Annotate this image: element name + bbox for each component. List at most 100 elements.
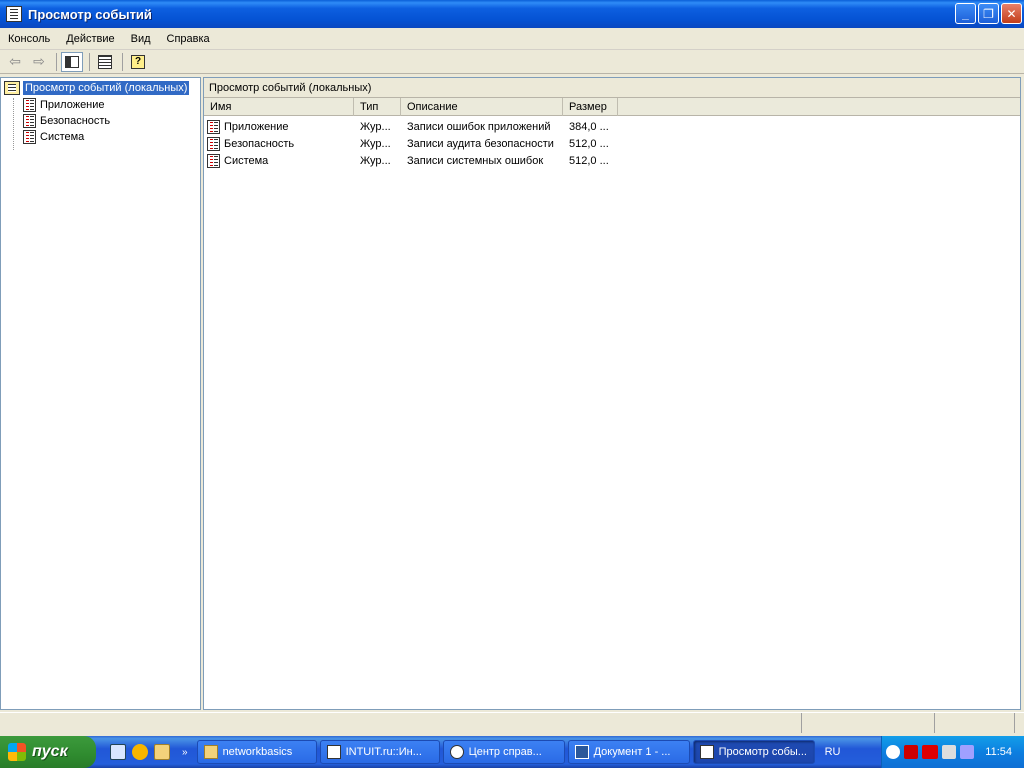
row-description: Записи аудита безопасности	[407, 137, 554, 150]
arrow-left-icon: ⇦	[9, 53, 21, 69]
column-size[interactable]: Размер	[563, 98, 618, 116]
tree-item-system[interactable]: Система	[23, 130, 84, 144]
column-name[interactable]: Имя	[204, 98, 354, 116]
tree-item-security[interactable]: Безопасность	[23, 114, 110, 128]
language-indicator[interactable]: RU	[825, 746, 841, 758]
clock: 11:54	[985, 746, 1012, 758]
clock-icon[interactable]	[132, 744, 148, 760]
log-list: Приложение Жур... Записи ошибок приложен…	[204, 116, 1020, 169]
row-name: Безопасность	[224, 137, 295, 150]
antivirus-icon[interactable]	[904, 745, 918, 759]
usb-icon[interactable]	[960, 745, 974, 759]
tree-item-label: Приложение	[40, 99, 105, 111]
console-tree: Просмотр событий (локальных) Приложение …	[0, 77, 201, 710]
log-icon	[23, 98, 36, 112]
event-viewer-icon	[6, 6, 22, 22]
taskbar: пуск » networkbasics INTUIT.ru::Ин... Це…	[0, 736, 1024, 768]
toolbar-separator	[56, 52, 57, 71]
log-icon	[207, 119, 220, 134]
row-size: 384,0 ...	[569, 120, 609, 133]
folder-icon[interactable]	[154, 744, 170, 760]
row-type: Жур...	[360, 137, 391, 150]
column-description[interactable]: Описание	[401, 98, 563, 116]
task-label: Документ 1 - ...	[593, 746, 671, 758]
close-button[interactable]: ✕	[1001, 3, 1022, 24]
network-icon[interactable]	[942, 745, 956, 759]
log-icon	[23, 130, 36, 144]
tree-item-label: Система	[40, 131, 85, 143]
task-help-center[interactable]: Центр справ...	[442, 740, 565, 764]
status-segment	[0, 713, 802, 733]
menu-bar: Консоль Действие Вид Справка	[0, 28, 1024, 50]
quick-launch: »	[96, 736, 194, 768]
toolbar-separator	[89, 52, 90, 71]
menu-help[interactable]: Справка	[159, 33, 218, 45]
log-icon	[207, 153, 220, 168]
task-label: Центр справ...	[468, 746, 542, 758]
chevron-left-icon[interactable]	[886, 745, 900, 759]
browser-icon	[326, 745, 341, 759]
tree-item-label: Безопасность	[40, 115, 111, 127]
event-viewer-icon	[699, 745, 714, 759]
status-bar	[0, 712, 1024, 734]
export-list-button[interactable]	[94, 52, 116, 72]
task-event-viewer[interactable]: Просмотр собы...	[692, 740, 815, 764]
list-item[interactable]: Приложение Жур... Записи ошибок приложен…	[204, 118, 1020, 135]
help-icon: ?	[131, 54, 145, 69]
tree-connector	[13, 98, 14, 150]
list-item[interactable]: Безопасность Жур... Записи аудита безопа…	[204, 135, 1020, 152]
show-hide-tree-button[interactable]	[61, 51, 83, 72]
details-header: Просмотр событий (локальных)	[204, 78, 1020, 98]
row-description: Записи системных ошибок	[407, 154, 544, 167]
export-list-icon	[98, 54, 112, 69]
task-document[interactable]: Документ 1 - ...	[567, 740, 690, 764]
windows-logo-icon	[8, 743, 26, 761]
forward-button[interactable]: ⇨	[28, 52, 50, 72]
list-item[interactable]: Система Жур... Записи системных ошибок 5…	[204, 152, 1020, 169]
details-pane: Просмотр событий (локальных) Имя Тип Опи…	[203, 77, 1021, 710]
start-button[interactable]: пуск	[0, 736, 96, 768]
show-desktop-icon[interactable]	[110, 744, 126, 760]
system-tray: 11:54	[881, 736, 1024, 768]
arrow-right-icon: ⇨	[33, 53, 45, 69]
task-networkbasics[interactable]: networkbasics	[196, 740, 317, 764]
row-name: Система	[224, 154, 269, 167]
log-icon	[207, 136, 220, 151]
menu-console[interactable]: Консоль	[0, 33, 58, 45]
column-type[interactable]: Тип	[354, 98, 401, 116]
help-icon	[449, 745, 464, 759]
minimize-button[interactable]: _	[955, 3, 976, 24]
task-label: Просмотр собы...	[718, 746, 807, 758]
row-size: 512,0 ...	[569, 137, 609, 150]
task-intuit[interactable]: INTUIT.ru::Ин...	[319, 740, 440, 764]
toolbar: ⇦ ⇨ ?	[0, 50, 1024, 74]
tree-root-item[interactable]: Просмотр событий (локальных)	[4, 81, 190, 95]
ati-icon[interactable]	[922, 745, 938, 759]
tree-item-application[interactable]: Приложение	[23, 98, 105, 112]
help-button[interactable]: ?	[127, 52, 149, 72]
word-icon	[574, 745, 589, 759]
chevron-right-icon[interactable]: »	[182, 747, 188, 758]
title-bar: Просмотр событий _ ❐ ✕	[0, 0, 1024, 28]
window-title: Просмотр событий	[28, 6, 152, 22]
name-cell: Система	[204, 153, 354, 168]
tree-root-label: Просмотр событий (локальных)	[23, 81, 190, 95]
status-segment	[802, 713, 935, 733]
console-tree-icon	[65, 55, 79, 68]
back-button[interactable]: ⇦	[4, 52, 26, 72]
task-label: INTUIT.ru::Ин...	[345, 746, 422, 758]
window-controls: _ ❐ ✕	[955, 3, 1022, 24]
status-segment	[935, 713, 1015, 733]
menu-view[interactable]: Вид	[123, 33, 159, 45]
row-name: Приложение	[224, 120, 289, 133]
row-size: 512,0 ...	[569, 154, 609, 167]
row-description: Записи ошибок приложений	[407, 120, 551, 133]
event-viewer-icon	[4, 81, 20, 95]
toolbar-separator	[122, 52, 123, 71]
name-cell: Безопасность	[204, 136, 354, 151]
menu-action[interactable]: Действие	[58, 33, 122, 45]
name-cell: Приложение	[204, 119, 354, 134]
restore-button[interactable]: ❐	[978, 3, 999, 24]
start-label: пуск	[32, 743, 68, 760]
task-label: networkbasics	[222, 746, 293, 758]
